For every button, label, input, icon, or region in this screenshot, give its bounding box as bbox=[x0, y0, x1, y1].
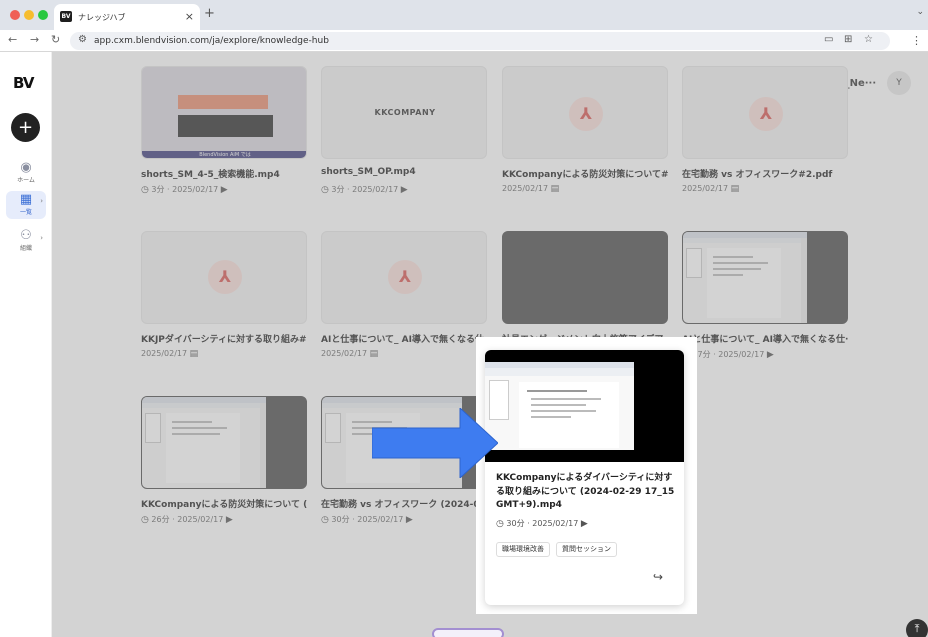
create-button[interactable]: + bbox=[11, 113, 40, 142]
share-icon[interactable]: ↪ bbox=[653, 570, 663, 584]
tab-close-icon[interactable]: × bbox=[185, 10, 194, 23]
url-text: app.cxm.blendvision.com/ja/explore/knowl… bbox=[94, 36, 329, 46]
close-window-icon[interactable] bbox=[10, 10, 20, 20]
back-arrow-icon[interactable]: ← bbox=[8, 33, 17, 46]
preview-duration: 30分 bbox=[506, 519, 525, 528]
tab-title: ナレッジハブ bbox=[78, 13, 126, 22]
address-bar: ← → ↻ ⚙ app.cxm.blendvision.com/ja/explo… bbox=[0, 30, 928, 52]
tag-qa-session[interactable]: 質問セッション bbox=[556, 542, 617, 557]
reload-icon[interactable]: ↻ bbox=[51, 33, 60, 46]
tag-workplace[interactable]: 職場環境改善 bbox=[496, 542, 550, 557]
nav-organization-label: 組織 bbox=[19, 245, 32, 252]
translate-icon[interactable]: ⊞ bbox=[844, 34, 852, 45]
nav-home[interactable]: ◉ ホーム bbox=[6, 160, 46, 186]
preview-title[interactable]: KKCompanyによるダイバーシティに対する取り組みについて (2024-02… bbox=[496, 472, 676, 513]
chevron-right-icon: › bbox=[40, 234, 43, 242]
app-sidebar: BV + ◉ ホーム ▦ 一覧 › ⚇ 組織 › bbox=[0, 52, 52, 637]
preview-date: 2025/02/17 bbox=[532, 519, 579, 528]
maximize-window-icon[interactable] bbox=[38, 10, 48, 20]
site-settings-icon[interactable]: ⚙ bbox=[78, 34, 87, 45]
browser-tab-bar: BV ナレッジハブ × + ⌄ bbox=[0, 0, 928, 30]
clock-icon: ◷ bbox=[496, 519, 504, 529]
minimize-window-icon[interactable] bbox=[24, 10, 34, 20]
cast-icon[interactable]: ▭ bbox=[824, 34, 833, 45]
nav-organization[interactable]: ⚇ 組織 › bbox=[6, 228, 46, 254]
tab-list-chevron-icon[interactable]: ⌄ bbox=[916, 7, 924, 17]
nav-list-label: 一覧 bbox=[19, 209, 32, 216]
bookmark-star-icon[interactable]: ☆ bbox=[864, 34, 873, 45]
video-icon: ▶ bbox=[580, 519, 588, 529]
scroll-to-top-icon[interactable]: ⤒ bbox=[906, 619, 928, 637]
url-field[interactable]: ⚙ app.cxm.blendvision.com/ja/explore/kno… bbox=[70, 32, 890, 50]
nav-list[interactable]: ▦ 一覧 › bbox=[6, 191, 46, 219]
browser-tab[interactable]: BV ナレッジハブ × bbox=[54, 4, 200, 30]
chevron-right-icon: › bbox=[40, 197, 43, 205]
new-tab-button[interactable]: + bbox=[204, 6, 215, 21]
bottom-indicator bbox=[432, 628, 504, 637]
hover-preview-card[interactable]: KKCompanyによるダイバーシティに対する取り組みについて (2024-02… bbox=[485, 350, 684, 605]
pointer-arrow-icon bbox=[372, 408, 498, 478]
home-icon: ◉ bbox=[20, 160, 32, 175]
logo[interactable]: BV bbox=[13, 74, 34, 92]
nav-home-label: ホーム bbox=[17, 177, 35, 184]
thumbnail-image bbox=[485, 362, 634, 450]
browser-menu-icon[interactable]: ⋮ bbox=[911, 34, 922, 47]
favicon-icon: BV bbox=[60, 11, 72, 22]
preview-thumbnail[interactable] bbox=[485, 350, 684, 462]
forward-arrow-icon[interactable]: → bbox=[30, 33, 39, 46]
preview-meta: ◷ 30分 · 2025/02/17 ▶ bbox=[496, 519, 588, 529]
